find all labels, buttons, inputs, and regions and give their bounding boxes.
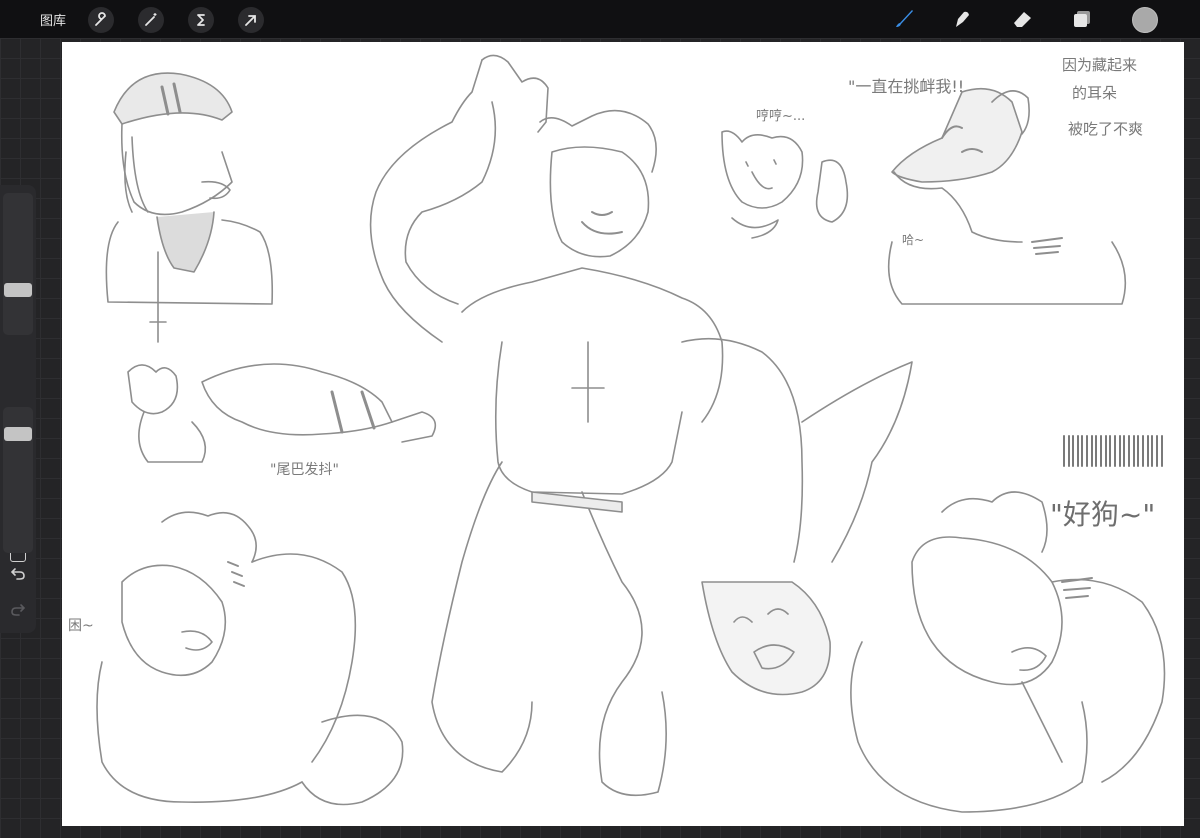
drawing-canvas[interactable]: "一直在挑衅我!! 因为藏起来 的耳朵 被吃了不爽 哼哼~... "尾巴发抖" … xyxy=(62,42,1184,826)
note-provoking: "一直在挑衅我!! xyxy=(848,77,964,96)
brush-opacity-knob[interactable] xyxy=(4,427,32,441)
undo-icon xyxy=(10,568,25,580)
undo-button[interactable] xyxy=(8,563,28,583)
erase-tool-button[interactable] xyxy=(1008,5,1036,33)
note-hidden-ears-1: 因为藏起来 xyxy=(1062,56,1137,74)
magic-wand-icon xyxy=(145,13,157,26)
wrench-icon xyxy=(95,12,106,26)
barcode-graphic xyxy=(1063,435,1163,467)
gallery-button[interactable]: 图库 xyxy=(40,10,66,29)
paint-tool-button[interactable] xyxy=(890,5,918,33)
layers-icon xyxy=(1074,11,1090,27)
transform-arrow-icon xyxy=(245,15,256,26)
small-dog-and-tail-sketch xyxy=(127,363,437,463)
brush-opacity-slider[interactable] xyxy=(3,407,33,553)
note-sleepy: 困~ xyxy=(68,618,94,634)
sketch-artwork: "一直在挑衅我!! 因为藏起来 的耳朵 被吃了不爽 哼哼~... "尾巴发抖" … xyxy=(68,54,1166,813)
brush-size-knob[interactable] xyxy=(4,283,32,297)
brush-icon xyxy=(896,10,913,27)
top-toolbar: 图库 xyxy=(0,0,1200,38)
redo-button[interactable] xyxy=(8,599,28,619)
layers-button[interactable] xyxy=(1068,5,1096,33)
note-right-head: 哈~ xyxy=(902,233,924,247)
redo-icon xyxy=(11,604,26,616)
brush-size-slider[interactable] xyxy=(3,193,33,335)
bottom-right-figure-sketch xyxy=(850,491,1166,813)
small-head-sketch xyxy=(721,130,849,239)
actions-button[interactable] xyxy=(88,7,114,33)
central-figure-sketch xyxy=(369,54,913,797)
note-good-dog: "好狗~" xyxy=(1050,498,1155,531)
selection-s-icon xyxy=(197,14,205,26)
note-hidden-ears-2: 的耳朵 xyxy=(1072,84,1117,102)
left-sidebar xyxy=(0,185,36,633)
transform-button[interactable] xyxy=(238,7,264,33)
eraser-icon xyxy=(1014,12,1031,27)
selection-button[interactable] xyxy=(188,7,214,33)
note-hidden-ears-3: 被吃了不爽 xyxy=(1068,120,1143,138)
smudge-icon xyxy=(956,11,969,27)
smudge-tool-button[interactable] xyxy=(948,5,976,33)
note-tail-caption: "尾巴发抖" xyxy=(270,462,339,478)
bottom-left-figure-sketch xyxy=(96,511,404,806)
color-swatch[interactable] xyxy=(1132,7,1158,33)
beanie-bust-sketch xyxy=(105,72,274,343)
note-small-head: 哼哼~... xyxy=(756,108,805,124)
adjustments-button[interactable] xyxy=(138,7,164,33)
